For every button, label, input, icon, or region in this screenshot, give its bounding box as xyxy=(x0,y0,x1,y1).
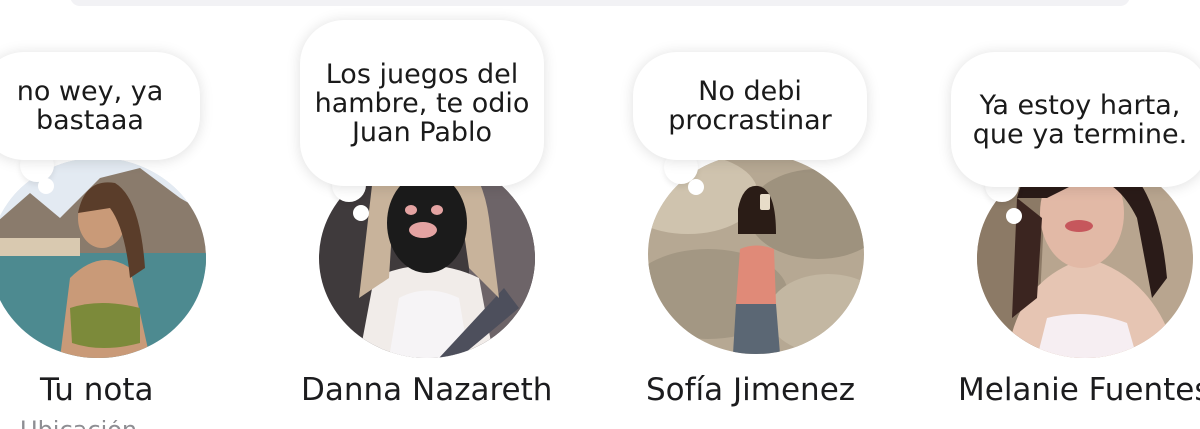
note-name: Melanie Fuentes xyxy=(958,372,1200,408)
note-bubble[interactable]: No debi procrastinar xyxy=(633,52,867,160)
bubble-tail-small xyxy=(38,178,54,194)
bubble-tail-small xyxy=(688,179,704,195)
note-text: Ya estoy harta, que ya termine. xyxy=(972,89,1188,150)
bubble-tail-small xyxy=(1006,208,1022,224)
note-bubble[interactable]: no wey, ya bastaaa xyxy=(0,52,200,160)
note-text: Los juegos del hambre, te odio Juan Pabl… xyxy=(314,58,530,148)
note-bubble[interactable]: Los juegos del hambre, te odio Juan Pabl… xyxy=(300,20,544,186)
note-text: no wey, ya bastaaa xyxy=(16,76,164,136)
note-text: No debi procrastinar xyxy=(668,76,832,136)
note-bubble[interactable]: Ya estoy harta, que ya termine. xyxy=(951,52,1200,187)
bubble-tail-small xyxy=(353,205,369,221)
